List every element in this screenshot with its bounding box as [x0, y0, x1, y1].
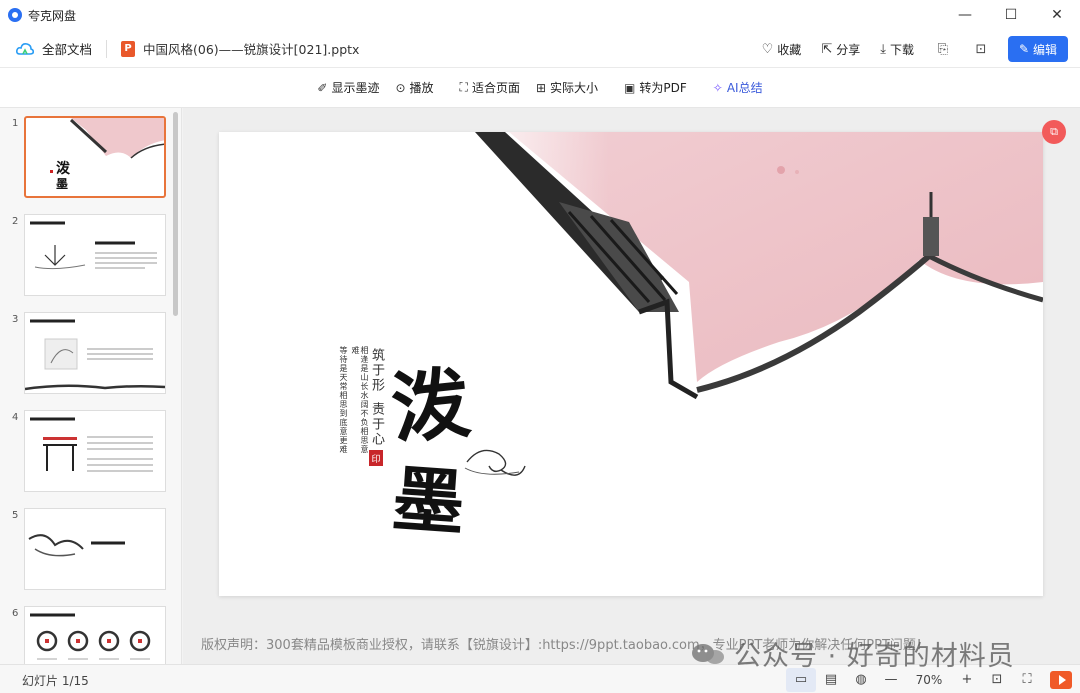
share-label: 分享: [836, 42, 861, 57]
download-icon: ⤓: [880, 41, 886, 57]
slide-thumbnail[interactable]: [24, 508, 166, 590]
header-actions: ♡ 收藏 ⇱ 分享 ⤓ 下载 ⎘ ⊡ ✎ 编辑: [752, 30, 1068, 68]
subtitle-left: 筑于形: [369, 348, 384, 393]
slide-counter: 幻灯片 1/15: [22, 674, 89, 688]
pdf-icon: ▣: [624, 80, 636, 95]
poem-column: 等待是天常相思到底意更难: [339, 346, 348, 454]
thumbnail-item[interactable]: 4: [0, 410, 172, 494]
pptx-file-icon: P: [121, 40, 136, 57]
zoom-level[interactable]: 70%: [906, 673, 952, 687]
subtitle-right: 责于心: [369, 402, 384, 447]
download-button[interactable]: ⤓ 下载: [870, 41, 924, 58]
minimize-button[interactable]: —: [942, 0, 988, 30]
slide-preview[interactable]: 等待是天常相思到底意更难 相逢是山长水阔不负相思意难 筑于形 责于心 印 泼 墨: [219, 132, 1043, 596]
thumbnail-scrollbar[interactable]: [173, 112, 178, 316]
thumbnail-item[interactable]: 1 泼 墨: [0, 116, 172, 200]
document-title: 中国风格(06)——锐旗设计[021].pptx: [143, 42, 360, 57]
wechat-watermark: 公众号 · 好奇的材料员: [690, 634, 1015, 673]
ai-summary-button[interactable]: ✧ AI总结: [713, 79, 763, 96]
viewer-toolbar: ✐ 显示墨迹 ⊙ 播放 ⛶ 适合页面 ⊞ 实际大小 ▣ 转为PDF ✧ AI总结: [0, 68, 1080, 108]
share-button[interactable]: ⇱ 分享: [811, 41, 870, 58]
convert-pdf-label: 转为PDF: [639, 81, 687, 95]
brush-icon: ✐: [317, 80, 328, 95]
show-ink-button[interactable]: ✐ 显示墨迹: [317, 79, 379, 96]
thumbnail-number: 2: [12, 216, 19, 227]
thumbnail-number: 5: [12, 510, 19, 521]
fullscreen-icon[interactable]: ⛶: [1012, 668, 1042, 692]
pencil-icon: ✎: [1018, 42, 1030, 56]
thumbnail-number: 3: [12, 314, 19, 325]
title-char-mo: 墨: [389, 455, 468, 546]
thumbnail-item[interactable]: 2: [0, 214, 172, 298]
slide-thumbnail[interactable]: 泼 墨: [24, 116, 166, 198]
slide-thumbnail[interactable]: [24, 312, 166, 394]
actual-size-button[interactable]: ⊞ 实际大小: [536, 79, 598, 96]
svg-text:泼: 泼: [56, 160, 71, 177]
maximize-button[interactable]: ☐: [988, 0, 1034, 30]
watermark-text: 公众号 · 好奇的材料员: [734, 641, 1015, 672]
close-button[interactable]: ✕: [1034, 0, 1080, 30]
actual-size-label: 实际大小: [550, 81, 599, 95]
share-icon: ⇱: [821, 41, 833, 57]
download-label: 下载: [889, 42, 914, 57]
play-label: 播放: [409, 81, 434, 95]
annotation-fab-icon[interactable]: ⧉: [1042, 120, 1066, 144]
thumbnail-item[interactable]: 5: [0, 508, 172, 592]
title-bar: 夸克网盘 — ☐ ✕: [0, 0, 1080, 30]
thumbnail-item[interactable]: 3: [0, 312, 172, 396]
thumbnail-number: 4: [12, 412, 19, 423]
convert-pdf-button[interactable]: ▣ 转为PDF: [624, 79, 687, 96]
red-seal: 印: [369, 450, 383, 466]
slide-thumbnail[interactable]: [24, 606, 166, 664]
play-circle-icon: ⊙: [395, 80, 406, 95]
wechat-icon: [690, 642, 726, 666]
slideshow-play-icon[interactable]: [1050, 670, 1072, 689]
thumbnail-number: 6: [12, 608, 19, 619]
one-to-one-icon: ⊞: [535, 80, 547, 95]
header-divider: [106, 39, 108, 58]
all-docs-link[interactable]: 全部文档: [42, 39, 92, 58]
play-button[interactable]: ⊙ 播放: [395, 79, 433, 96]
window-controls: — ☐ ✕: [942, 0, 1080, 30]
slide-thumbnail[interactable]: [24, 214, 166, 296]
favorite-button[interactable]: ♡ 收藏: [752, 41, 812, 58]
edit-button[interactable]: ✎ 编辑: [1008, 36, 1068, 62]
sparkle-icon: ✧: [712, 80, 723, 95]
edit-label: 编辑: [1033, 42, 1058, 57]
slide-canvas: 等待是天常相思到底意更难 相逢是山长水阔不负相思意难 筑于形 责于心 印 泼 墨…: [183, 108, 1080, 664]
fit-page-label: 适合页面: [471, 81, 520, 95]
slide-thumbnail[interactable]: [24, 410, 166, 492]
heart-icon: ♡: [761, 41, 774, 57]
comment-icon[interactable]: ⊡: [962, 42, 1000, 57]
svg-text:墨: 墨: [56, 177, 68, 191]
ai-summary-label: AI总结: [726, 81, 763, 95]
fit-frame-icon: ⛶: [459, 80, 468, 94]
thumbnail-number: 1: [12, 118, 19, 129]
document-header: 全部文档 P 中国风格(06)——锐旗设计[021].pptx ♡ 收藏 ⇱ 分…: [0, 30, 1080, 68]
slide-thumbnail-panel: 1 泼 墨 2 3 4 5 6: [0, 108, 182, 664]
show-ink-label: 显示墨迹: [331, 81, 380, 95]
thumbnail-item[interactable]: 6: [0, 606, 172, 664]
app-title: 夸克网盘: [28, 8, 77, 23]
cloud-icon[interactable]: [16, 42, 35, 56]
quark-logo-icon: [8, 8, 22, 22]
favorite-label: 收藏: [777, 42, 802, 57]
fit-page-button[interactable]: ⛶ 适合页面: [460, 79, 520, 96]
save-to-cloud-icon[interactable]: ⎘: [924, 42, 962, 57]
